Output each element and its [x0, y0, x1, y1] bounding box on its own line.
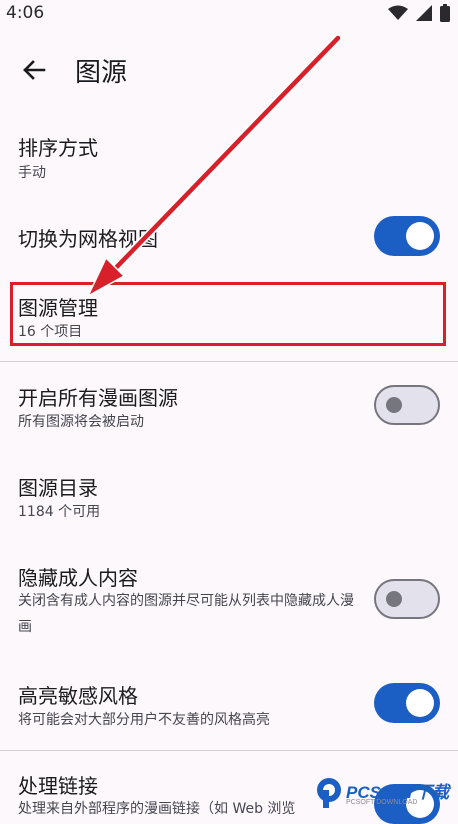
setting-sort-order-value: 手动	[18, 165, 46, 181]
setting-handle-links-subtitle: 处理来自外部程序的漫画链接（如 Web 浏览	[18, 801, 296, 817]
setting-hide-adult-subtitle: 关闭含有成人内容的图源并尽可能从列表中隐藏成人漫画	[18, 593, 354, 635]
toggle-knob	[406, 689, 434, 717]
setting-sort-order[interactable]: 排序方式 手动	[0, 120, 458, 198]
grid-view-toggle[interactable]	[374, 216, 440, 256]
cellular-signal-icon	[416, 5, 432, 21]
status-icons	[388, 4, 450, 22]
back-arrow-icon[interactable]	[18, 54, 50, 86]
setting-sort-order-title: 排序方式	[18, 136, 98, 160]
setting-highlight-sensitive[interactable]: 高亮敏感风格 将可能会对大部分用户不友善的风格高亮	[0, 668, 458, 738]
setting-enable-all-subtitle: 所有图源将会被启动	[18, 414, 144, 430]
enable-all-toggle[interactable]	[374, 385, 440, 425]
toggle-knob	[406, 222, 434, 250]
setting-handle-links-title: 处理链接	[18, 774, 98, 798]
setting-enable-all-title: 开启所有漫画图源	[18, 386, 178, 410]
page-title: 图源	[75, 58, 128, 88]
setting-hide-adult-content[interactable]: 隐藏成人内容 关闭含有成人内容的图源并尽可能从列表中隐藏成人漫画	[0, 552, 458, 652]
status-time: 4:06	[6, 3, 45, 23]
setting-highlight-sensitive-subtitle: 将可能会对大部分用户不友善的风格高亮	[18, 712, 270, 728]
toggle-knob	[386, 397, 402, 413]
hide-adult-toggle[interactable]	[374, 579, 440, 619]
setting-grid-view-title: 切换为网格视图	[18, 227, 158, 251]
app-bar: 图源	[0, 40, 458, 100]
setting-source-catalog-count: 1184 个可用	[18, 504, 101, 520]
status-bar: 4:06	[0, 0, 458, 28]
toggle-knob	[386, 591, 402, 607]
setting-source-catalog[interactable]: 图源目录 1184 个可用	[0, 462, 458, 540]
highlight-sensitive-toggle[interactable]	[374, 683, 440, 723]
setting-source-catalog-title: 图源目录	[18, 476, 98, 500]
setting-hide-adult-title: 隐藏成人内容	[18, 566, 138, 590]
watermark-subtext: PCSOFT DOWNLOAD	[346, 799, 418, 806]
wifi-icon	[388, 5, 408, 20]
watermark: PCSOFT下载 PCSOFT DOWNLOAD	[312, 770, 458, 820]
setting-enable-all-sources[interactable]: 开启所有漫画图源 所有图源将会被启动	[0, 372, 458, 450]
battery-icon	[440, 4, 450, 22]
divider	[0, 361, 458, 362]
setting-grid-view[interactable]: 切换为网格视图	[0, 200, 458, 272]
watermark-logo-icon	[317, 778, 341, 808]
divider	[0, 750, 458, 751]
annotation-highlight-box	[10, 282, 446, 346]
setting-highlight-sensitive-title: 高亮敏感风格	[18, 684, 138, 708]
